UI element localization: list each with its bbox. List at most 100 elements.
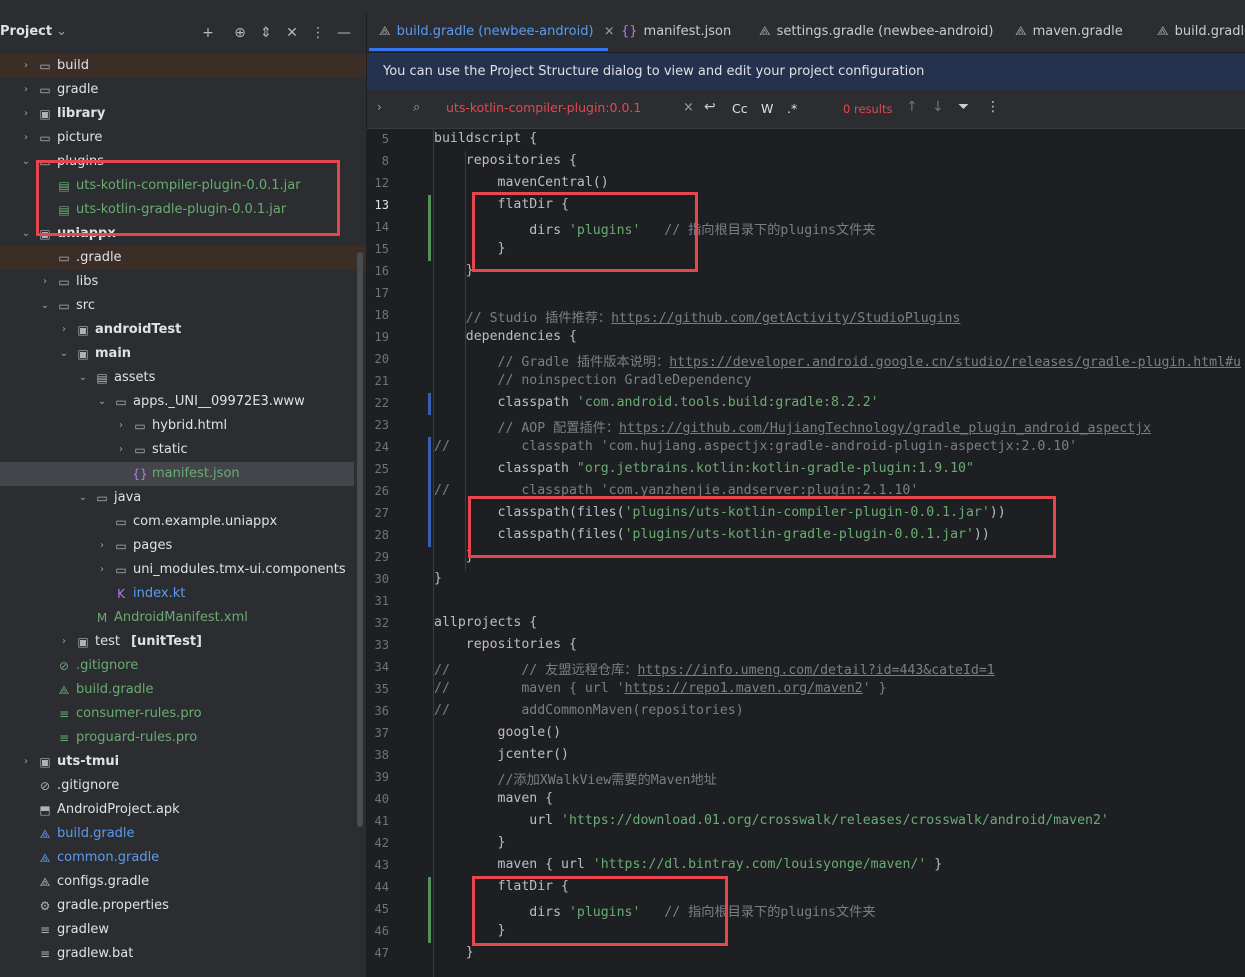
tree-item[interactable]: ⌄ ▭ java xyxy=(0,486,366,510)
code-line[interactable]: url 'https://download.01.org/crosswalk/r… xyxy=(434,813,1109,828)
code-line[interactable]: //添加XWalkView需要的Maven地址 xyxy=(434,769,717,788)
editor-tab[interactable]: ⟁ settings.gradle (newbee-android) xyxy=(759,24,993,46)
tree-item[interactable]: ⊘ .gitignore xyxy=(0,774,366,798)
tree-item[interactable]: › ▣ library xyxy=(0,102,366,126)
code-line[interactable]: // noinspection GradleDependency xyxy=(434,373,752,388)
chevron-right-icon[interactable]: › xyxy=(20,54,32,78)
project-tree-scrollbar[interactable] xyxy=(357,252,363,827)
code-line[interactable]: buildscript { xyxy=(434,131,537,146)
code-line[interactable]: repositories { xyxy=(434,637,577,652)
code-line[interactable]: // AOP 配置插件：https://github.com/HujiangTe… xyxy=(434,417,1151,436)
chevron-right-icon[interactable]: › xyxy=(115,438,127,462)
tree-item[interactable]: Kindex.kt xyxy=(0,582,366,606)
code-line[interactable]: jcenter() xyxy=(434,747,569,762)
code-line[interactable]: repositories { xyxy=(434,153,577,168)
tree-item[interactable]: ⬒ AndroidProject.apk xyxy=(0,798,366,822)
tree-item[interactable]: › ▭ build xyxy=(0,54,366,78)
tree-item[interactable]: ⚙ gradle.properties xyxy=(0,894,366,918)
tree-item[interactable]: › ▭ uni_modules.tmx-ui.components xyxy=(0,558,366,582)
collapse-all-icon[interactable]: ✕ xyxy=(282,22,302,44)
chevron-right-icon[interactable]: › xyxy=(20,126,32,150)
new-file-icon[interactable]: + xyxy=(198,22,218,44)
tree-item[interactable]: ⟁ build.gradle xyxy=(0,678,366,702)
code-line[interactable]: } xyxy=(434,835,506,850)
tree-item[interactable]: › ▭ static xyxy=(0,438,366,462)
chevron-down-icon[interactable]: ⌄ xyxy=(20,150,32,174)
code-line[interactable]: } xyxy=(434,263,474,278)
chevron-right-icon[interactable]: › xyxy=(96,534,108,558)
tree-item[interactable]: ≡ gradlew.bat xyxy=(0,942,366,966)
tree-item[interactable]: › ▭ pages xyxy=(0,534,366,558)
code-line[interactable]: maven { xyxy=(434,791,554,806)
whole-words-toggle[interactable]: W xyxy=(761,101,773,116)
chevron-right-icon[interactable]: › xyxy=(20,750,32,774)
tree-item[interactable]: ⌄ ▤ assets xyxy=(0,366,366,390)
vcs-change-marker[interactable] xyxy=(428,393,431,415)
tree-item[interactable]: ⌄ ▭ src xyxy=(0,294,366,318)
tree-item[interactable]: › ▣ test [unitTest] xyxy=(0,630,366,654)
code-line[interactable]: dependencies { xyxy=(434,329,577,344)
match-case-toggle[interactable]: Cc xyxy=(732,101,748,116)
code-line[interactable]: google() xyxy=(434,725,562,740)
tree-item[interactable]: › ▣ uts-tmui xyxy=(0,750,366,774)
chevron-right-icon[interactable]: › xyxy=(96,558,108,582)
clear-icon[interactable]: × xyxy=(683,100,694,115)
close-tab-icon[interactable]: × xyxy=(600,24,615,39)
search-icon[interactable]: ⌕ xyxy=(413,100,420,115)
editor-tab[interactable]: ⟁ build.gradle xyxy=(1157,24,1245,46)
vcs-change-marker[interactable] xyxy=(428,437,431,547)
tree-item[interactable]: ▭ .gradle xyxy=(0,246,366,270)
tree-item[interactable]: ⟁ configs.gradle xyxy=(0,870,366,894)
code-line[interactable]: // classpath 'com.hujiang.aspectjx:gradl… xyxy=(434,439,1077,454)
chevron-right-icon[interactable]: › xyxy=(115,414,127,438)
new-line-icon[interactable]: ↩ xyxy=(704,99,716,115)
tree-item[interactable]: ⌄ ▣ main xyxy=(0,342,366,366)
code-line[interactable]: // addCommonMaven(repositories) xyxy=(434,703,744,718)
tree-item[interactable]: ⊘ .gitignore xyxy=(0,654,366,678)
code-line[interactable]: allprojects { xyxy=(434,615,537,630)
code-line[interactable]: // // 友盟远程仓库：https://info.umeng.com/deta… xyxy=(434,659,995,678)
editor-tab[interactable]: {} manifest.json xyxy=(621,24,731,46)
chevron-down-icon[interactable]: ⌄ xyxy=(39,294,51,318)
editor-tab[interactable]: ⟁ maven.gradle xyxy=(1015,24,1123,46)
tree-item[interactable]: ≡ gradlew xyxy=(0,918,366,942)
code-line[interactable]: // Studio 插件推荐：https://github.com/getAct… xyxy=(434,307,961,326)
tree-item[interactable]: › ▭ hybrid.html xyxy=(0,414,366,438)
tree-item[interactable]: {} manifest.json xyxy=(0,462,354,486)
options-menu-icon[interactable]: ⋮ xyxy=(308,22,328,44)
hide-panel-icon[interactable]: — xyxy=(334,22,354,44)
tree-item[interactable]: M AndroidManifest.xml xyxy=(0,606,366,630)
vcs-change-marker[interactable] xyxy=(428,877,431,943)
project-view-selector[interactable]: Project ⌄ xyxy=(0,24,67,39)
code-line[interactable]: classpath 'com.android.tools.build:gradl… xyxy=(434,395,879,410)
tree-item[interactable]: › ▣ androidTest xyxy=(0,318,366,342)
chevron-right-icon[interactable]: › xyxy=(20,102,32,126)
code-line[interactable]: } xyxy=(434,571,442,586)
expand-all-icon[interactable]: ⇕ xyxy=(256,22,276,44)
code-line[interactable]: // Gradle 插件版本说明：https://developer.andro… xyxy=(434,351,1241,370)
chevron-down-icon[interactable]: ⌄ xyxy=(77,486,89,510)
chevron-down-icon[interactable]: ⌄ xyxy=(96,390,108,414)
more-options-icon[interactable]: ⋮ xyxy=(986,99,1000,115)
tree-item[interactable]: ⟁ common.gradle xyxy=(0,846,366,870)
chevron-down-icon[interactable]: ⌄ xyxy=(77,366,89,390)
vcs-change-marker[interactable] xyxy=(428,195,431,261)
regex-toggle[interactable]: .* xyxy=(787,101,797,116)
chevron-right-icon[interactable]: › xyxy=(58,318,70,342)
tree-item[interactable]: ≡ consumer-rules.pro xyxy=(0,702,366,726)
chevron-down-icon[interactable]: ⌄ xyxy=(20,222,32,246)
tree-item[interactable]: › ▭ picture xyxy=(0,126,366,150)
tree-item[interactable]: › ▭ libs xyxy=(0,270,366,294)
tree-item[interactable]: ⌄ ▭ apps._UNI__09972E3.www xyxy=(0,390,366,414)
tree-item[interactable]: › ▭ gradle xyxy=(0,78,366,102)
chevron-right-icon[interactable]: › xyxy=(39,270,51,294)
previous-occurrence-icon[interactable]: ↑ xyxy=(906,99,918,115)
code-line[interactable]: classpath "org.jetbrains.kotlin:kotlin-g… xyxy=(434,461,974,476)
tree-item[interactable]: ≡ proguard-rules.pro xyxy=(0,726,366,750)
editor-tab[interactable]: ⟁ build.gradle (newbee-android) × xyxy=(379,24,615,46)
code-line[interactable]: // maven { url 'https://repo1.maven.org/… xyxy=(434,681,887,696)
locate-file-icon[interactable]: ⊕ xyxy=(230,22,250,44)
next-occurrence-icon[interactable]: ↓ xyxy=(932,99,944,115)
find-input[interactable]: uts-kotlin-compiler-plugin:0.0.1 xyxy=(446,100,641,115)
chevron-right-icon[interactable]: › xyxy=(377,100,382,114)
